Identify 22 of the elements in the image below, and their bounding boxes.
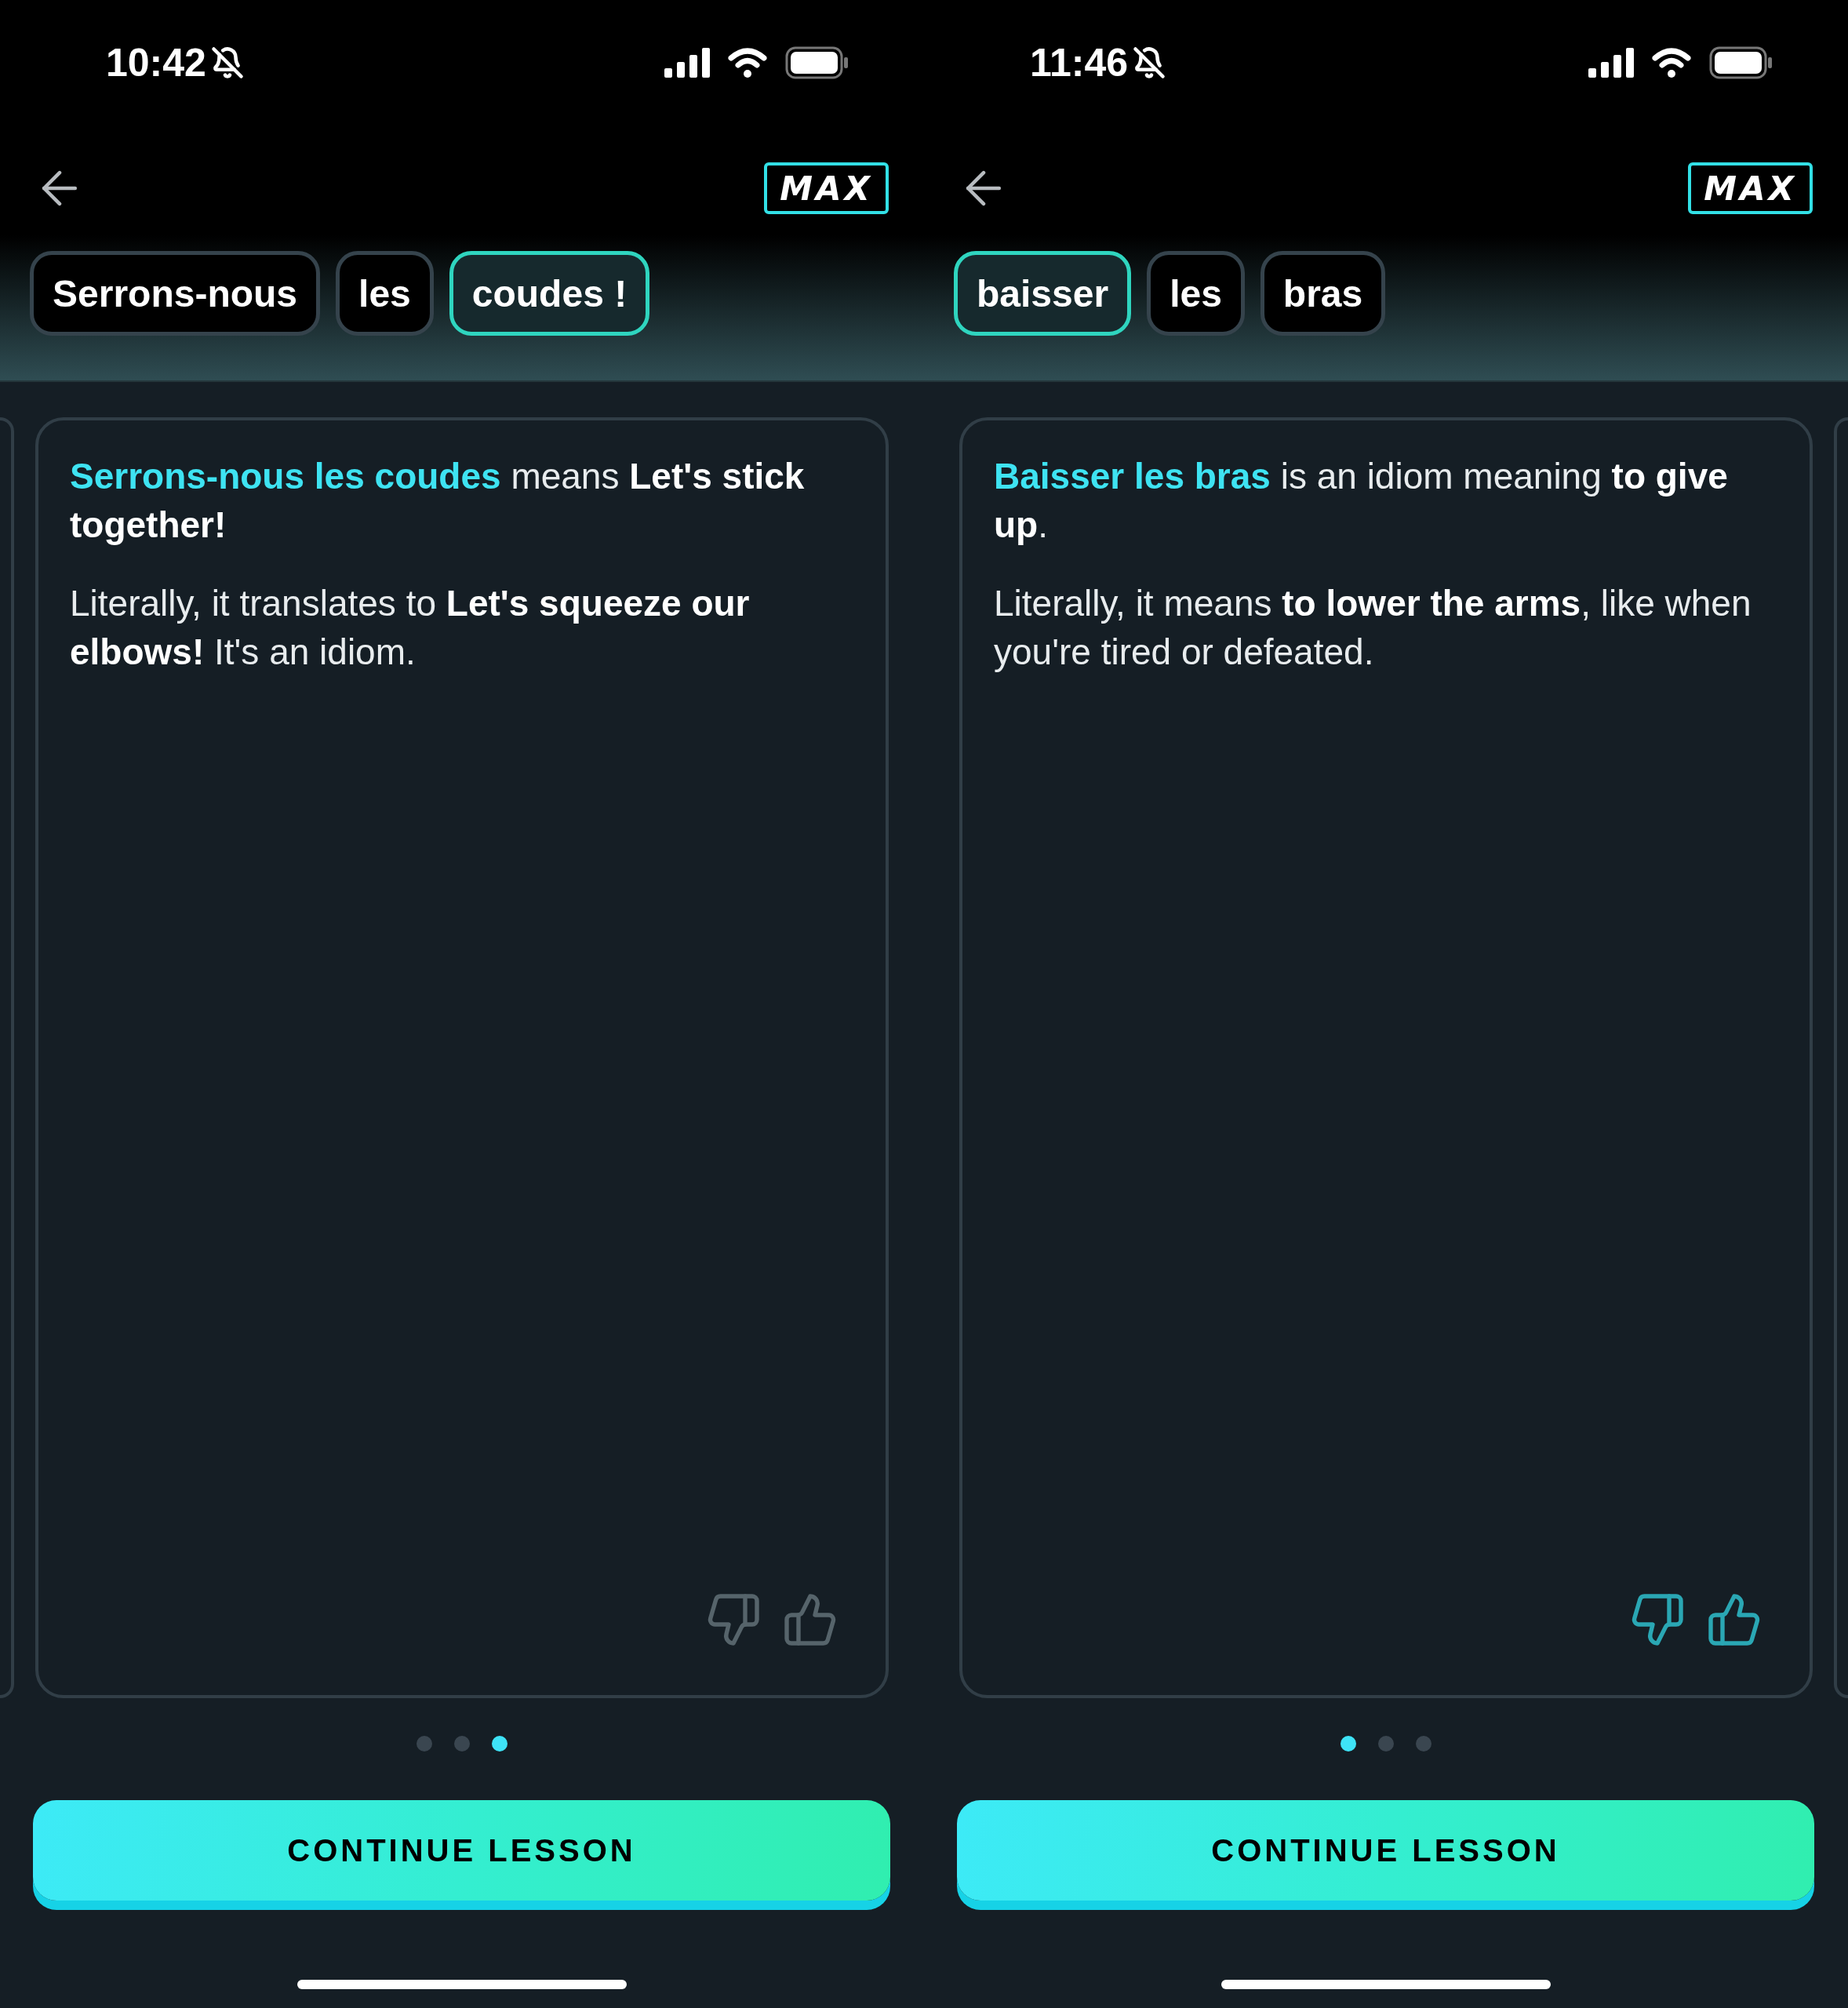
word-chip[interactable]: baisser <box>954 251 1132 336</box>
explanation-text: Literally, it means to lower the arms, like when you're tired or defeated. <box>994 582 1752 674</box>
word-chip[interactable]: les <box>1147 251 1245 336</box>
explanation-text: Baisser les bras is an idiom meaning to give up. <box>994 455 1729 547</box>
bell-off-icon <box>210 46 244 79</box>
signal-icon <box>664 48 710 78</box>
status-time: 11:46 <box>1030 40 1129 85</box>
wifi-icon <box>727 47 768 78</box>
word-chip[interactable]: Serrons-nous <box>30 251 321 336</box>
wifi-icon <box>1651 47 1692 78</box>
word-chip[interactable]: bras <box>1260 251 1386 336</box>
battery-icon <box>785 46 849 79</box>
word-chip[interactable]: coudes ! <box>449 251 650 336</box>
status-time: 10:42 <box>106 40 206 85</box>
explanation-text: Literally, it translates to Let's squeeze our elbows! It's an idiom. <box>70 582 751 674</box>
bell-off-icon <box>1133 46 1166 79</box>
max-logo: MAX <box>764 162 889 214</box>
battery-icon <box>1709 46 1773 79</box>
explanation-text: Serrons-nous les coudes means Let's stick together! <box>70 455 806 547</box>
max-logo: MAX <box>1688 162 1813 214</box>
signal-icon <box>1588 48 1634 78</box>
word-chip[interactable]: les <box>336 251 434 336</box>
